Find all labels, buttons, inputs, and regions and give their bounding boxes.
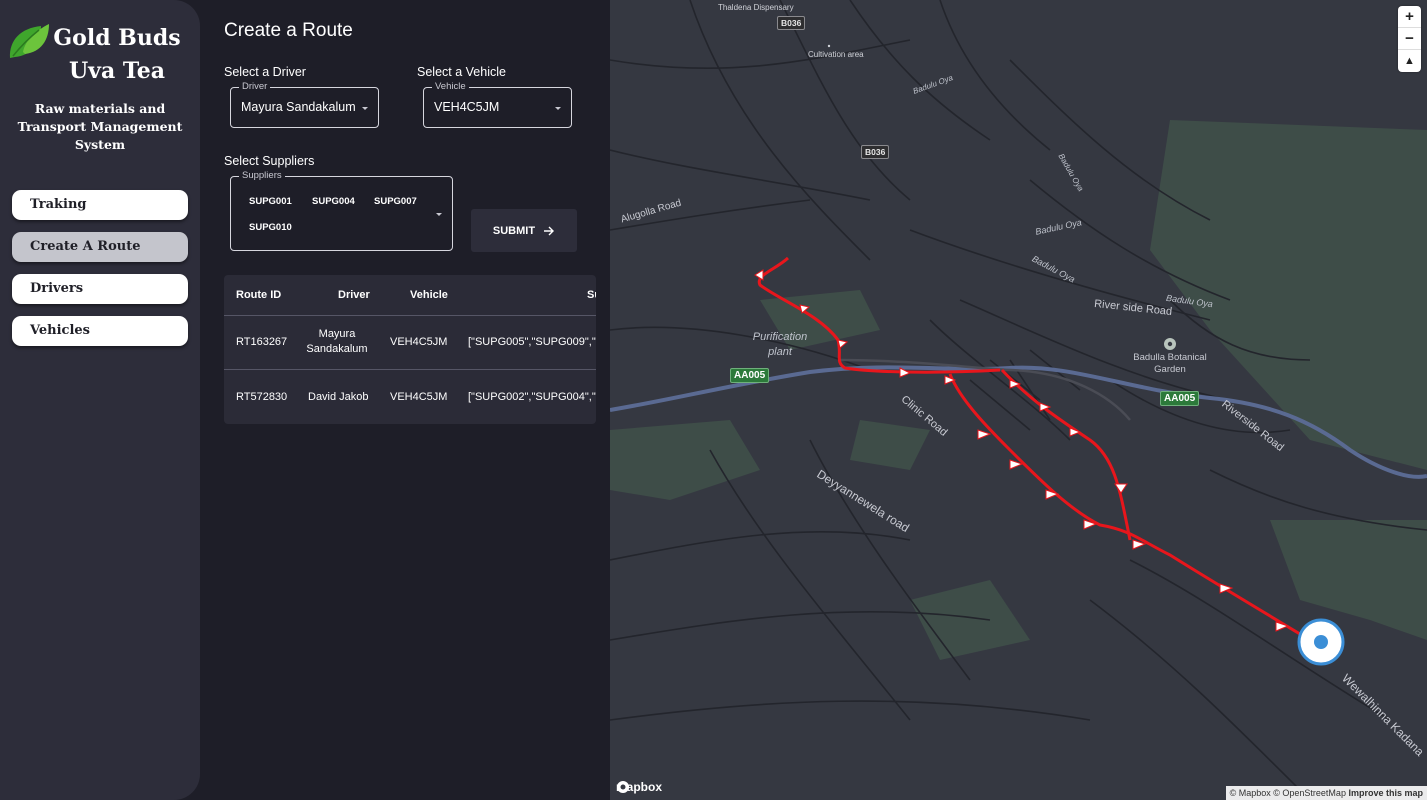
garden-pin-icon xyxy=(1164,338,1176,350)
column-header-suppliers[interactable]: Su xyxy=(587,289,596,301)
supplier-chip[interactable]: SUPG010 xyxy=(249,222,292,233)
supplier-chip[interactable]: SUPG007 xyxy=(374,196,417,207)
improve-map-link[interactable]: Improve this map xyxy=(1348,788,1423,798)
compass-button[interactable]: ▲ xyxy=(1398,50,1421,72)
column-header-driver[interactable]: Driver xyxy=(338,289,370,301)
suppliers-legend: Suppliers xyxy=(239,170,285,182)
brand-line-2: Uva Tea xyxy=(69,58,165,84)
suppliers-select[interactable]: Suppliers SUPG001 SUPG004 SUPG007 SUPG01… xyxy=(230,170,453,251)
chevron-down-icon xyxy=(436,213,442,216)
cell-vehicle: VEH4C5JM xyxy=(390,391,448,403)
map-attribution: © Mapbox © OpenStreetMap Improve this ma… xyxy=(1225,786,1427,800)
cell-suppliers: ["SUPG005","SUPG009","SUI xyxy=(468,336,596,348)
nav-item-traking[interactable]: Traking xyxy=(12,190,188,220)
driver-select[interactable]: Driver Mayura Sandakalum xyxy=(230,81,379,128)
arrow-right-icon xyxy=(544,226,555,235)
sidebar-nav: Traking Create A Route Drivers Vehicles xyxy=(0,190,200,346)
map-label-dispensary: Thaldena Dispensary xyxy=(718,3,794,12)
map-zoom-controls: + − ▲ xyxy=(1398,6,1421,72)
vehicle-value: VEH4C5JM xyxy=(434,100,500,114)
route-map[interactable]: Thaldena Dispensary Cultivation area Alu… xyxy=(610,0,1427,800)
vehicle-select[interactable]: Vehicle VEH4C5JM xyxy=(423,81,572,128)
supplier-chip[interactable]: SUPG001 xyxy=(249,196,292,207)
park-areas xyxy=(610,120,1427,660)
cell-driver: Mayura Sandakalum xyxy=(306,328,368,355)
driver-legend: Driver xyxy=(239,81,271,93)
vehicle-legend: Vehicle xyxy=(432,81,469,93)
cell-route-id: RT572830 xyxy=(236,391,288,403)
brand: Gold Buds Uva Tea xyxy=(0,22,200,88)
map-label-cultivation: Cultivation area xyxy=(808,50,864,59)
road-shield-b036: B036 xyxy=(861,145,890,159)
road-shield-aa005: AA005 xyxy=(1160,391,1200,406)
submit-button[interactable]: SUBMIT xyxy=(471,209,577,252)
submit-label: SUBMIT xyxy=(492,224,536,237)
app-root: Gold Buds Uva Tea Raw materials and Tran… xyxy=(0,0,1427,800)
system-subtitle: Raw materials and Transport Management S… xyxy=(17,101,183,152)
cultivation-dot-icon xyxy=(827,44,831,48)
table-header: Route ID Driver Vehicle Su xyxy=(224,275,596,316)
map-label-botanical-garden: Badulla Botanical Garden xyxy=(1133,352,1207,375)
nav-item-drivers[interactable]: Drivers xyxy=(12,274,188,304)
brand-line-1: Gold Buds xyxy=(53,25,181,51)
brand-name: Gold Buds Uva Tea xyxy=(49,22,185,88)
cell-vehicle: VEH4C5JM xyxy=(390,336,448,348)
vehicle-label: Select a Vehicle xyxy=(417,65,506,79)
suppliers-label: Select Suppliers xyxy=(224,154,315,168)
road-shield-b036: B036 xyxy=(777,16,806,30)
chevron-down-icon xyxy=(362,107,368,110)
supplier-chip[interactable]: SUPG004 xyxy=(312,196,355,207)
current-location-marker[interactable] xyxy=(1297,618,1345,666)
mapbox-logo[interactable]: mapbox xyxy=(616,780,662,794)
driver-value: Mayura Sandakalum xyxy=(241,100,356,114)
sidebar: Gold Buds Uva Tea Raw materials and Tran… xyxy=(0,0,200,800)
cell-route-id: RT163267 xyxy=(236,336,288,348)
zoom-in-button[interactable]: + xyxy=(1398,6,1421,28)
column-header-route-id[interactable]: Route ID xyxy=(236,289,281,301)
attribution-text[interactable]: © Mapbox © OpenStreetMap xyxy=(1230,788,1346,798)
nav-item-create-route[interactable]: Create A Route xyxy=(12,232,188,262)
mapbox-icon xyxy=(617,781,629,793)
nav-item-vehicles[interactable]: Vehicles xyxy=(12,316,188,346)
cell-suppliers: ["SUPG002","SUPG004","SUI xyxy=(468,391,596,403)
page-title: Create a Route xyxy=(224,20,353,41)
create-route-panel: Create a Route Select a Driver Driver Ma… xyxy=(200,0,610,800)
map-canvas[interactable] xyxy=(610,0,1427,800)
column-header-vehicle[interactable]: Vehicle xyxy=(410,289,448,301)
zoom-out-button[interactable]: − xyxy=(1398,28,1421,50)
routes-table: Route ID Driver Vehicle Su RT163267 Mayu… xyxy=(224,275,596,424)
map-label-purification-plant: Purification plant xyxy=(752,331,808,358)
driver-label: Select a Driver xyxy=(224,65,306,79)
table-row[interactable]: RT572830 David Jakob VEH4C5JM ["SUPG002"… xyxy=(224,370,596,424)
chevron-down-icon xyxy=(555,107,561,110)
cell-driver: David Jakob xyxy=(308,391,369,403)
table-row[interactable]: RT163267 Mayura Sandakalum VEH4C5JM ["SU… xyxy=(224,316,596,370)
leaf-logo-icon xyxy=(9,24,49,58)
road-shield-aa005: AA005 xyxy=(730,368,770,383)
